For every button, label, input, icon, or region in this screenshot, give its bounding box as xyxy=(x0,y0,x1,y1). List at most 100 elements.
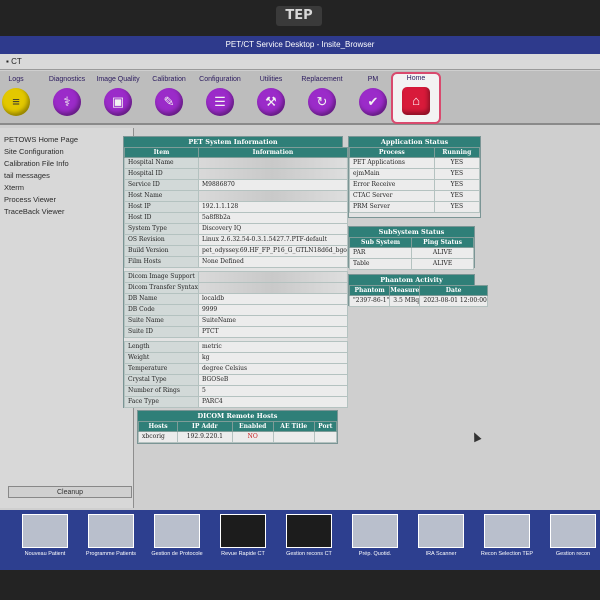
phantom-activity-title: Phantom Activity xyxy=(349,275,474,285)
nav-item[interactable]: Xterm xyxy=(0,182,133,194)
table-row: Temperature degree Celsius xyxy=(124,363,348,375)
ae-cell xyxy=(272,431,315,443)
toolbar-label: Replacement xyxy=(301,76,343,83)
protocol-management-task-button[interactable]: Gestion de Protocole xyxy=(146,514,208,566)
info-cell: M9886870 xyxy=(197,179,348,191)
task-label: Recon Selection TEP xyxy=(480,551,534,557)
new-patient-task-button[interactable]: Nouveau Patient xyxy=(14,514,76,566)
running-cell: YES xyxy=(433,201,481,213)
process-cell: Error Receive xyxy=(349,179,435,191)
task-label: IRA Scanner xyxy=(425,551,457,557)
nav-item[interactable]: Calibration File Info xyxy=(0,158,133,170)
table-row: Build Version pet_odyssey.69.HF_FP_P16_G_… xyxy=(124,245,348,257)
toolbar: Logs ≡ Diagnostics ⚕ Image Quality ▣ Calibrati… xyxy=(0,71,600,125)
nav-item[interactable]: tail messages xyxy=(0,170,133,182)
subsystem-status-title: SubSystem Status xyxy=(349,227,474,237)
ct-recon-task-button[interactable]: Gestion recons CT xyxy=(278,514,340,566)
table-row: Crystal Type BGOSeB xyxy=(124,374,348,386)
pet-system-info-table: Item Information Hospital Name Hospital I… xyxy=(124,147,348,408)
info-cell: PARC4 xyxy=(197,396,348,408)
toolbar-image-quality-button[interactable]: Image Quality ▣ xyxy=(90,75,146,123)
table-row: Length metric xyxy=(124,341,348,353)
screen: PET/CT Service Desktop - Insite_Browser … xyxy=(0,36,600,570)
item-cell: Length xyxy=(124,341,199,353)
cleanup-button[interactable]: Cleanup xyxy=(8,486,132,498)
nav-item[interactable]: TraceBack Viewer xyxy=(0,206,133,218)
toolbar-calibration-button[interactable]: Calibration ✎ xyxy=(141,75,197,123)
item-cell: Hospital Name xyxy=(124,157,199,169)
scanner-task-button[interactable]: IRA Scanner xyxy=(410,514,472,566)
toolbar-home-button[interactable]: Home ⌂ xyxy=(391,72,441,124)
item-cell: DB Code xyxy=(124,304,199,316)
info-cell: PTCT xyxy=(197,326,348,338)
toolbar-utilities-button[interactable]: Utilities ⚒ xyxy=(243,75,299,123)
info-cell: kg xyxy=(197,352,348,364)
patient-schedule-task-button[interactable]: Programme Patients xyxy=(80,514,142,566)
pet-recon-icon xyxy=(484,514,530,548)
info-cell: 9999 xyxy=(197,304,348,316)
table-row: OS Revision Linux 2.6.32.54-0.3.1.5427.7.… xyxy=(124,234,348,246)
table-row: Dicom Image Support xyxy=(124,271,348,283)
column-header: Enabled xyxy=(231,421,274,432)
port-cell xyxy=(313,431,338,443)
item-cell: Crystal Type xyxy=(124,374,199,386)
status-cell: ALIVE xyxy=(411,258,474,270)
item-cell: Host ID xyxy=(124,212,199,224)
task-label: Revue Rapide CT xyxy=(221,551,265,557)
toolbar-logs-button[interactable]: Logs ≡ xyxy=(0,75,44,123)
column-header: Sub System xyxy=(348,237,413,248)
table-row: ejmMain YES xyxy=(349,168,481,180)
task-label: Programme Patients xyxy=(85,551,137,557)
status-cell: ALIVE xyxy=(411,247,474,259)
info-cell: 192.1.1.128 xyxy=(197,201,348,213)
toolbar-label: Configuration xyxy=(199,76,241,83)
info-cell: 5a8f8b2a xyxy=(197,212,348,224)
table-row: "2397-86-1" 3.5 MBq 2023-08-01 12:00:00 xyxy=(348,295,488,307)
phantom-activity-panel: Phantom Activity Phantom Measure Date "239… xyxy=(348,274,488,307)
toolbar-label: Utilities xyxy=(259,76,283,83)
item-cell: DB Name xyxy=(124,293,199,305)
pet-recon-task-button[interactable]: Recon Selection TEP xyxy=(476,514,538,566)
daily-prep-task-button[interactable]: Prép. Quotid. xyxy=(344,514,406,566)
item-cell: Dicom Transfer Syntax xyxy=(124,282,199,294)
table-row: Hospital ID xyxy=(124,168,348,180)
menu-ct[interactable]: CT xyxy=(11,57,22,66)
info-cell: SuiteName xyxy=(197,315,348,327)
column-header: Port xyxy=(313,421,338,432)
phantom-cell: "2397-86-1" xyxy=(348,295,391,307)
table-row: PRM Server YES xyxy=(349,201,481,213)
toolbar-replacement-button[interactable]: Replacement ↻ xyxy=(294,75,350,123)
item-cell: Number of Rings xyxy=(124,385,199,397)
ct-review-task-button[interactable]: Revue Rapide CT xyxy=(212,514,274,566)
enabled-cell: NO xyxy=(231,431,274,443)
info-cell: BGOSeB xyxy=(197,374,348,386)
window-title: PET/CT Service Desktop - Insite_Browser xyxy=(0,36,600,54)
toolbar-configuration-button[interactable]: Configuration ☰ xyxy=(192,75,248,123)
subsystem-status-table: Sub System Ping Status PAR ALIVE Table ALIVE xyxy=(348,237,474,270)
table-row: System Type Discovery IQ xyxy=(124,223,348,235)
process-cell: PET Applications xyxy=(349,157,435,169)
nav-item[interactable]: Process Viewer xyxy=(0,194,133,206)
recon-management-icon xyxy=(550,514,596,548)
table-row: Face Type PARC4 xyxy=(124,396,348,408)
item-cell: OS Revision xyxy=(124,234,199,246)
stethoscope-icon: ⚕ xyxy=(53,88,81,116)
nav-item[interactable]: PETOWS Home Page xyxy=(0,134,133,146)
table-row: Table ALIVE xyxy=(348,258,474,270)
home-icon: ⌂ xyxy=(402,87,430,115)
table-row: DB Name localdb xyxy=(124,293,348,305)
item-cell: Film Hosts xyxy=(124,256,199,268)
left-nav-pane: PETOWS Home Page Site Configuration Calibr… xyxy=(0,128,134,508)
recon-management-task-button[interactable]: Gestion recon xyxy=(542,514,600,566)
logs-icon: ≡ xyxy=(2,88,30,116)
table-row: Suite Name SuiteName xyxy=(124,315,348,327)
nav-item[interactable]: Site Configuration xyxy=(0,146,133,158)
column-header: Ping Status xyxy=(411,237,474,248)
dicom-remote-table: Hosts IP Addr Enabled AE Title Port xbcorig 1… xyxy=(137,421,338,443)
configuration-icon: ☰ xyxy=(206,88,234,116)
application-status-table: Process Running PET Applications YES ejmMai… xyxy=(349,147,481,213)
table-row: Film Hosts None Defined xyxy=(124,256,348,268)
toolbar-diagnostics-button[interactable]: Diagnostics ⚕ xyxy=(39,75,95,123)
table-row: Service ID M9886870 xyxy=(124,179,348,191)
item-cell: Suite Name xyxy=(124,315,199,327)
